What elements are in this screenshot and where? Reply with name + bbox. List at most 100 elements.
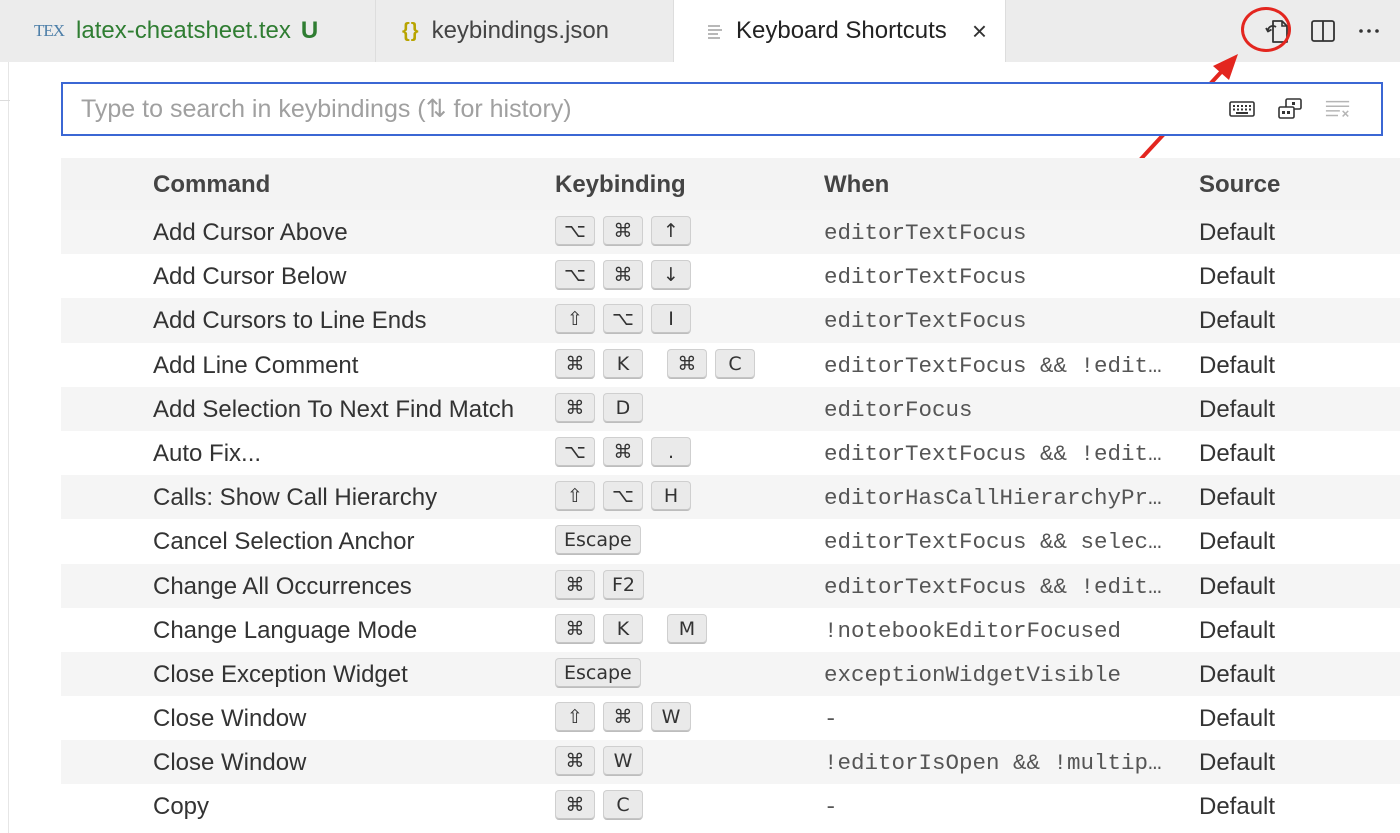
command-cell: Add Selection To Next Find Match xyxy=(153,395,515,423)
key-cap: ⌘ xyxy=(555,746,595,777)
command-cell: Close Exception Widget xyxy=(153,660,408,688)
table-row[interactable]: Add Selection To Next Find Match ⌘ Deditor… xyxy=(61,386,1400,431)
source-cell: Default xyxy=(1199,263,1276,291)
source-cell: Default xyxy=(1199,307,1276,335)
tab-label: Keyboard Shortcuts xyxy=(736,17,947,44)
command-cell: Auto Fix... xyxy=(153,439,262,467)
key-cap: F2 xyxy=(603,569,645,600)
when-cell: !notebookEditorFocused xyxy=(824,617,1122,644)
table-row[interactable]: Change Language Mode ⌘ K M !notebookEditorFo… xyxy=(61,608,1400,652)
when-cell: editorTextFocus xyxy=(824,308,1027,335)
key-cap: ⌘ xyxy=(555,613,595,644)
when-cell: editorFocus xyxy=(824,396,973,423)
gutter-divider xyxy=(8,62,9,833)
table-row[interactable]: Cancel Selection Anchor Escape editorTextF… xyxy=(61,519,1400,563)
table-header: Command Keybinding When Source xyxy=(61,158,1400,210)
sort-by-precedence-icon[interactable] xyxy=(1277,96,1303,122)
command-cell: Change Language Mode xyxy=(153,616,418,644)
key-cap: D xyxy=(603,392,643,423)
column-header-command[interactable]: Command xyxy=(153,171,270,199)
table-row[interactable]: Change All Occurrences ⌘ F2 editorTextFocus… xyxy=(61,563,1400,608)
key-cap: W xyxy=(651,702,691,733)
command-cell: Close Window xyxy=(153,749,307,777)
keybinding-cell: ⌘ F2 xyxy=(555,569,645,600)
key-cap: Escape xyxy=(555,525,641,556)
key-cap: ⌥ xyxy=(603,481,643,512)
key-cap: ⇧ xyxy=(555,702,595,733)
clear-search-icon[interactable] xyxy=(1325,96,1351,122)
source-cell: Default xyxy=(1199,484,1276,512)
keybindings-table: Command Keybinding When Source Add Curso… xyxy=(61,158,1400,829)
keybinding-cell: ⇧ ⌘ W xyxy=(555,702,691,733)
more-actions-icon[interactable] xyxy=(1354,16,1384,46)
record-keys-icon[interactable] xyxy=(1229,96,1255,122)
when-cell: editorTextFocus xyxy=(824,264,1027,291)
key-cap: K xyxy=(603,348,643,379)
when-cell: - xyxy=(824,794,838,821)
key-cap: ⌘ xyxy=(603,702,643,733)
command-cell: Calls: Show Call Hierarchy xyxy=(153,484,438,512)
source-cell: Default xyxy=(1199,219,1276,246)
table-row[interactable]: Auto Fix... ⌥ ⌘. editorTextFocus && !editor… xyxy=(61,431,1400,475)
when-cell: editorTextFocus && !editor… xyxy=(824,440,1174,467)
key-cap: ⇧ xyxy=(555,304,595,335)
split-editor-icon[interactable] xyxy=(1308,16,1338,46)
source-cell: Default xyxy=(1199,351,1276,379)
source-cell: Default xyxy=(1199,439,1276,467)
keybinding-cell: ⌘ D xyxy=(555,392,643,423)
close-icon[interactable]: × xyxy=(972,16,987,47)
command-cell: Copy xyxy=(153,793,210,821)
tab-latex-cheatsheet[interactable]: TEX latex-cheatsheet.tex U xyxy=(0,0,376,62)
source-cell: Default xyxy=(1199,572,1276,600)
source-cell: Default xyxy=(1199,616,1276,644)
key-cap: ⌥ xyxy=(555,216,595,246)
when-cell: - xyxy=(824,706,838,733)
command-cell: Cancel Selection Anchor xyxy=(153,528,415,556)
key-cap: K xyxy=(603,613,643,644)
keybinding-cell: ⌘ W xyxy=(555,746,643,777)
table-row[interactable]: Close Window ⇧ ⌘ W - Default xyxy=(61,696,1400,740)
keybinding-cell: ⌥ ⌘ ↑ xyxy=(555,216,691,246)
keybinding-cell: Escape xyxy=(555,525,641,556)
table-row[interactable]: Close Exception Widget Escape exceptionWid… xyxy=(61,651,1400,697)
keybinding-cell: ⇧ ⌥ H xyxy=(555,481,691,512)
keybinding-cell: ⌥ ⌘ ↓ xyxy=(555,260,691,291)
column-header-when[interactable]: When xyxy=(824,171,889,199)
keybinding-cell: ⌥ ⌘. xyxy=(555,436,691,467)
table-row[interactable]: Add Cursors to Line Ends ⇧ ⌥ IeditorTextFoc… xyxy=(61,298,1400,343)
tab-keybindings-json[interactable]: {} keybindings.json xyxy=(376,0,674,62)
editor-tab-bar: TEX latex-cheatsheet.tex U {} keybinding… xyxy=(0,0,1400,62)
table-row[interactable]: Close Window ⌘ W !editorIsOpen && !multiple… xyxy=(61,740,1400,785)
source-cell: Default xyxy=(1199,395,1276,423)
keybinding-cell: ⌘ C xyxy=(555,790,643,821)
json-braces-icon: {} xyxy=(402,19,420,42)
key-cap: ⇧ xyxy=(555,481,595,512)
source-cell: Default xyxy=(1199,528,1276,556)
tab-keyboard-shortcuts[interactable]: Keyboard Shortcuts × xyxy=(674,0,1006,62)
key-cap: H xyxy=(651,481,691,512)
column-header-source[interactable]: Source xyxy=(1199,171,1280,199)
open-keybindings-json-icon[interactable] xyxy=(1262,16,1292,46)
column-header-keybinding[interactable]: Keybinding xyxy=(555,171,686,199)
when-cell: !editorIsOpen && !multiple… xyxy=(824,750,1174,777)
key-cap: ⌘ xyxy=(667,348,707,379)
when-cell: editorHasCallHierarchyProv… xyxy=(824,485,1174,512)
table-row[interactable]: Calls: Show Call Hierarchy ⇧ ⌥ HeditorHasCa… xyxy=(61,475,1400,520)
tab-label: latex-cheatsheet.tex xyxy=(76,17,291,44)
command-cell: Close Window xyxy=(153,705,307,733)
when-cell: exceptionWidgetVisible xyxy=(824,661,1122,688)
when-cell: editorTextFocus && !editor… xyxy=(824,352,1174,379)
table-row[interactable]: Add Cursor Below ⌥ ⌘ ↓ editorTextFocus Defaul… xyxy=(61,254,1400,298)
command-cell: Add Cursors to Line Ends xyxy=(153,307,427,335)
key-cap: M xyxy=(667,613,707,644)
table-row[interactable]: Copy ⌘ C - Default xyxy=(61,784,1400,828)
when-cell: editorTextFocus && selecti… xyxy=(824,529,1174,556)
key-cap: ⌥ xyxy=(603,304,643,335)
key-cap: ⌘ xyxy=(603,436,643,467)
chord-separator xyxy=(651,614,659,644)
command-cell: Add Line Comment xyxy=(153,351,359,379)
table-row[interactable]: Add Cursor Above ⌥ ⌘ ↑ editorTextFocus Defaul… xyxy=(61,210,1400,255)
key-cap: ⌘ xyxy=(555,392,595,423)
search-input[interactable] xyxy=(63,84,1183,134)
table-row[interactable]: Add Line Comment ⌘ K ⌘ CeditorTextFocus && !… xyxy=(61,343,1400,387)
